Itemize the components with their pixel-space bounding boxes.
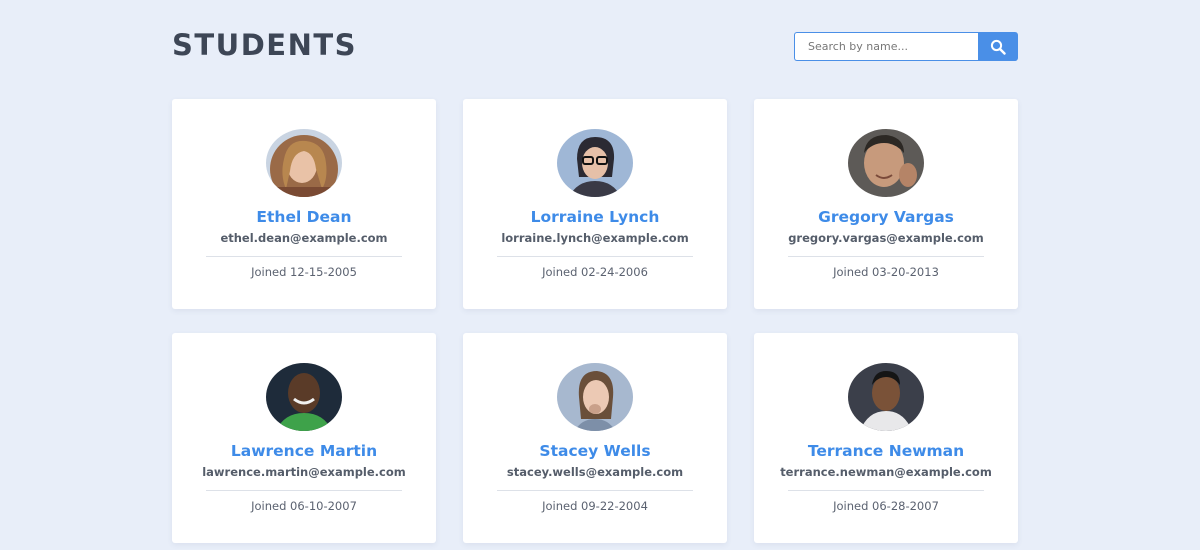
joined-date: Joined 03-20-2013 — [833, 265, 939, 279]
joined-date: Joined 09-22-2004 — [542, 499, 648, 513]
student-email: lawrence.martin@example.com — [202, 465, 406, 479]
student-card[interactable]: Ethel Dean ethel.dean@example.com Joined… — [172, 99, 436, 309]
divider — [206, 490, 402, 491]
divider — [788, 490, 984, 491]
student-name[interactable]: Ethel Dean — [172, 208, 436, 226]
student-email: ethel.dean@example.com — [220, 231, 388, 245]
avatar — [266, 363, 342, 431]
search-input[interactable] — [794, 32, 978, 61]
student-email: lorraine.lynch@example.com — [501, 231, 689, 245]
student-name[interactable]: Lorraine Lynch — [463, 208, 727, 226]
avatar — [557, 129, 633, 197]
divider — [497, 490, 693, 491]
avatar — [557, 363, 633, 431]
student-name[interactable]: Stacey Wells — [463, 442, 727, 460]
joined-date: Joined 06-10-2007 — [251, 499, 357, 513]
avatar — [848, 129, 924, 197]
joined-date: Joined 06-28-2007 — [833, 499, 939, 513]
student-card[interactable]: Lawrence Martin lawrence.martin@example.… — [172, 333, 436, 543]
student-card[interactable]: Terrance Newman terrance.newman@example.… — [754, 333, 1018, 543]
student-card[interactable]: Stacey Wells stacey.wells@example.com Jo… — [463, 333, 727, 543]
divider — [788, 256, 984, 257]
page-title: STUDENTS — [172, 28, 358, 62]
student-email: stacey.wells@example.com — [506, 465, 684, 479]
avatar — [848, 363, 924, 431]
student-name[interactable]: Terrance Newman — [754, 442, 1018, 460]
divider — [497, 256, 693, 257]
joined-date: Joined 12-15-2005 — [251, 265, 357, 279]
avatar — [266, 129, 342, 197]
student-name[interactable]: Gregory Vargas — [754, 208, 1018, 226]
divider — [206, 256, 402, 257]
search-icon — [990, 39, 1006, 55]
student-card[interactable]: Lorraine Lynch lorraine.lynch@example.co… — [463, 99, 727, 309]
student-card[interactable]: Gregory Vargas gregory.vargas@example.co… — [754, 99, 1018, 309]
search-button[interactable] — [978, 32, 1018, 61]
search-bar — [794, 32, 1018, 61]
student-email: terrance.newman@example.com — [780, 465, 992, 479]
student-email: gregory.vargas@example.com — [788, 231, 984, 245]
student-name[interactable]: Lawrence Martin — [172, 442, 436, 460]
joined-date: Joined 02-24-2006 — [542, 265, 648, 279]
